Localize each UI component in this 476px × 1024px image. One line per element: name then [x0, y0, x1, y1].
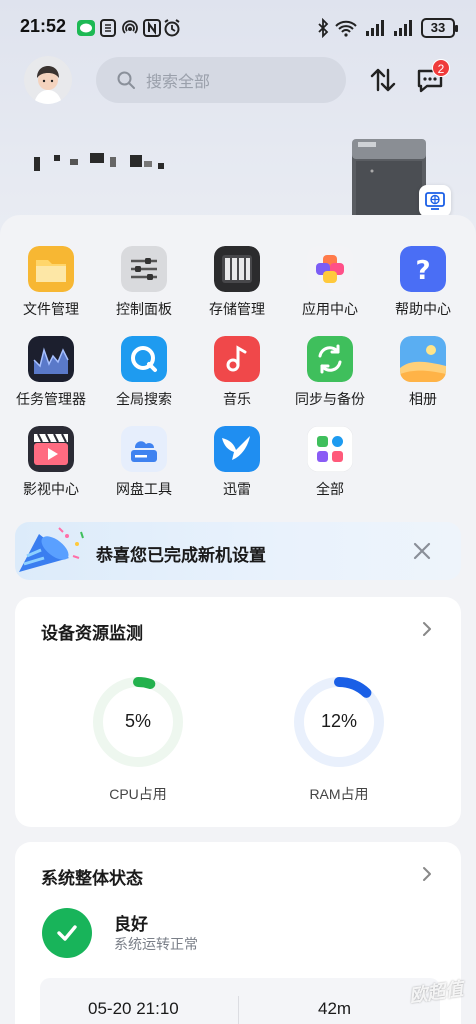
video-icon [28, 426, 74, 472]
app-label: 迅雷 [223, 482, 251, 498]
app-global-search[interactable]: 全局搜索 [99, 336, 189, 418]
uptime-duration: 42m [318, 999, 352, 1018]
avatar-icon [24, 56, 72, 104]
app-file-manager[interactable]: 文件管理 [6, 246, 96, 328]
check-icon [57, 925, 77, 941]
chevron-right-icon[interactable] [421, 620, 433, 638]
app-cloud-drive[interactable]: 网盘工具 [99, 426, 189, 508]
globe-icon [425, 192, 445, 210]
cpu-usage-value: 5% [124, 711, 151, 731]
avatar[interactable] [24, 56, 72, 104]
app-all[interactable]: 全部 [285, 426, 375, 508]
app-label: 帮助中心 [395, 302, 451, 318]
status-ok-badge [42, 908, 92, 958]
search-icon [117, 71, 135, 89]
close-icon[interactable] [410, 539, 434, 563]
last-check-time: 05-20 21:10 [88, 999, 179, 1018]
storage-icon [214, 246, 260, 292]
watermark: 欧超值 [408, 978, 465, 1008]
folder-icon [28, 246, 74, 292]
app-label: 相册 [409, 392, 437, 408]
app-app-center[interactable]: 应用中心 [285, 246, 375, 328]
status-time: 21:52 [20, 16, 67, 36]
app-control-panel[interactable]: 控制面板 [99, 246, 189, 328]
app-label: 同步与备份 [295, 392, 365, 408]
app-label: 音乐 [223, 392, 251, 408]
remote-access-button[interactable] [419, 185, 451, 217]
battery-indicator: 33 [421, 18, 458, 38]
nfc-icon [143, 19, 161, 37]
nas-device-image [352, 139, 426, 223]
status-description: 系统运转正常 [114, 937, 198, 953]
device-name-redacted [34, 151, 174, 173]
app-label: 存储管理 [209, 302, 265, 318]
app-label: 任务管理器 [16, 392, 86, 408]
app-sync-backup[interactable]: 同步与备份 [285, 336, 375, 418]
signal-icon-2 [394, 20, 412, 36]
thunder-icon [214, 426, 260, 472]
ram-usage-label: RAM占用 [309, 786, 369, 802]
svg-text:?: ? [415, 256, 430, 286]
app-label: 全部 [316, 482, 344, 498]
status-title: 良好 [114, 915, 148, 935]
app-thunder[interactable]: 迅雷 [192, 426, 282, 508]
app-label: 文件管理 [23, 302, 79, 318]
status-card-title: 系统整体状态 [41, 869, 143, 889]
photos-icon [400, 336, 446, 382]
help-icon: ? [400, 246, 446, 292]
chevron-right-icon[interactable] [421, 865, 433, 883]
search-placeholder: 搜索全部 [146, 72, 211, 91]
ram-usage-value: 12% [320, 711, 358, 731]
app-label: 网盘工具 [116, 482, 172, 498]
app-help-center[interactable]: ? 帮助中心 [378, 246, 468, 328]
task-manager-icon [28, 336, 74, 382]
music-icon [214, 336, 260, 382]
bluetooth-icon [318, 18, 329, 38]
app-center-icon [307, 246, 353, 292]
resource-card-title: 设备资源监测 [41, 624, 143, 644]
app-label: 应用中心 [302, 302, 358, 318]
stat-divider [238, 996, 239, 1024]
alarm-icon [164, 19, 180, 37]
search-bar[interactable]: 搜索全部 [96, 57, 346, 103]
app-task-manager[interactable]: 任务管理器 [6, 336, 96, 418]
wifi-icon [335, 20, 357, 37]
hotspot-icon [122, 20, 138, 34]
signal-icon [366, 20, 384, 36]
transfer-icon[interactable] [368, 64, 398, 96]
app-video-center[interactable]: 影视中心 [6, 426, 96, 508]
status-bar: 21:52 33 [0, 0, 476, 56]
banner-text: 恭喜您已完成新机设置 [96, 546, 266, 566]
cpu-usage-label: CPU占用 [109, 786, 167, 802]
app-label: 影视中心 [23, 482, 79, 498]
app-label: 全局搜索 [116, 392, 172, 408]
sliders-icon [121, 246, 167, 292]
message-badge: 2 [432, 59, 450, 77]
app-photos[interactable]: 相册 [378, 336, 468, 418]
global-search-icon [121, 336, 167, 382]
sim-icon [100, 19, 116, 37]
all-apps-icon [307, 426, 353, 472]
wechat-icon [77, 20, 95, 36]
app-music[interactable]: 音乐 [192, 336, 282, 418]
app-label: 控制面板 [116, 302, 172, 318]
cloud-drive-icon [121, 426, 167, 472]
app-storage-manager[interactable]: 存储管理 [192, 246, 282, 328]
sync-icon [307, 336, 353, 382]
party-popper-icon [19, 527, 84, 572]
